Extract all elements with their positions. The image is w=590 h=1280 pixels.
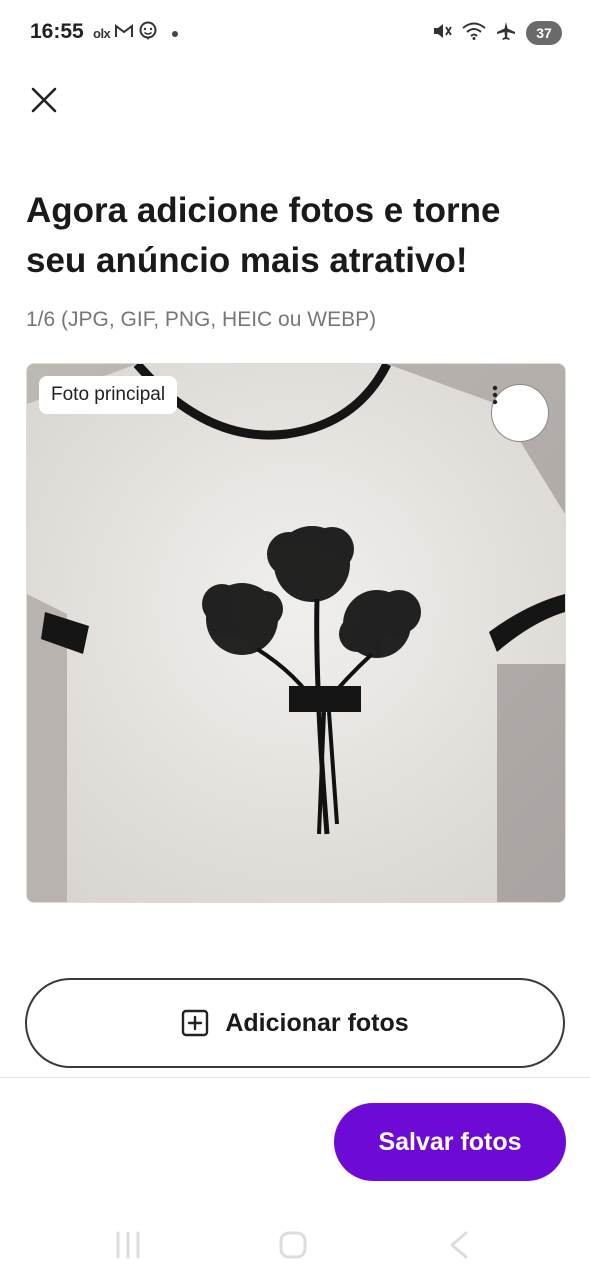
page-title: Agora adicione fotos e torne seu anúncio… [26,191,501,280]
plus-square-icon [182,1009,209,1037]
back-icon [450,1231,468,1259]
status-bar: 16:55 olx 37 [0,0,590,66]
chat-icon [138,21,158,46]
recent-apps-icon [116,1231,140,1259]
home-button[interactable] [273,1228,313,1262]
airplane-icon [496,21,516,46]
status-time: 16:55 [30,20,84,43]
close-button[interactable] [24,80,64,120]
recent-apps-button[interactable] [108,1228,148,1262]
footer-divider [0,1077,590,1078]
add-photos-button[interactable]: Adicionar fotos [25,978,565,1068]
photo-image [27,364,565,902]
save-photos-button[interactable]: Salvar fotos [334,1103,566,1181]
mute-icon [432,22,452,45]
kebab-icon [492,385,498,405]
status-right: 37 [432,20,562,46]
olx-icon: olx [93,25,111,41]
photo-count-hint: 1/6 (JPG, GIF, PNG, HEIC ou WEBP) [26,308,377,331]
wifi-icon [462,22,486,45]
gmail-icon [114,23,134,44]
battery-icon: 37 [526,21,562,45]
close-icon [31,87,57,113]
photo-menu-button[interactable] [491,384,549,442]
home-icon [279,1231,307,1259]
main-photo-badge: Foto principal [39,376,178,414]
main-photo[interactable]: Foto principal [26,363,566,903]
dot-icon [172,24,179,42]
back-button[interactable] [440,1228,480,1262]
system-nav-bar [0,1210,590,1280]
status-app-icons: olx [93,21,179,46]
add-photos-label: Adicionar fotos [225,1008,409,1037]
